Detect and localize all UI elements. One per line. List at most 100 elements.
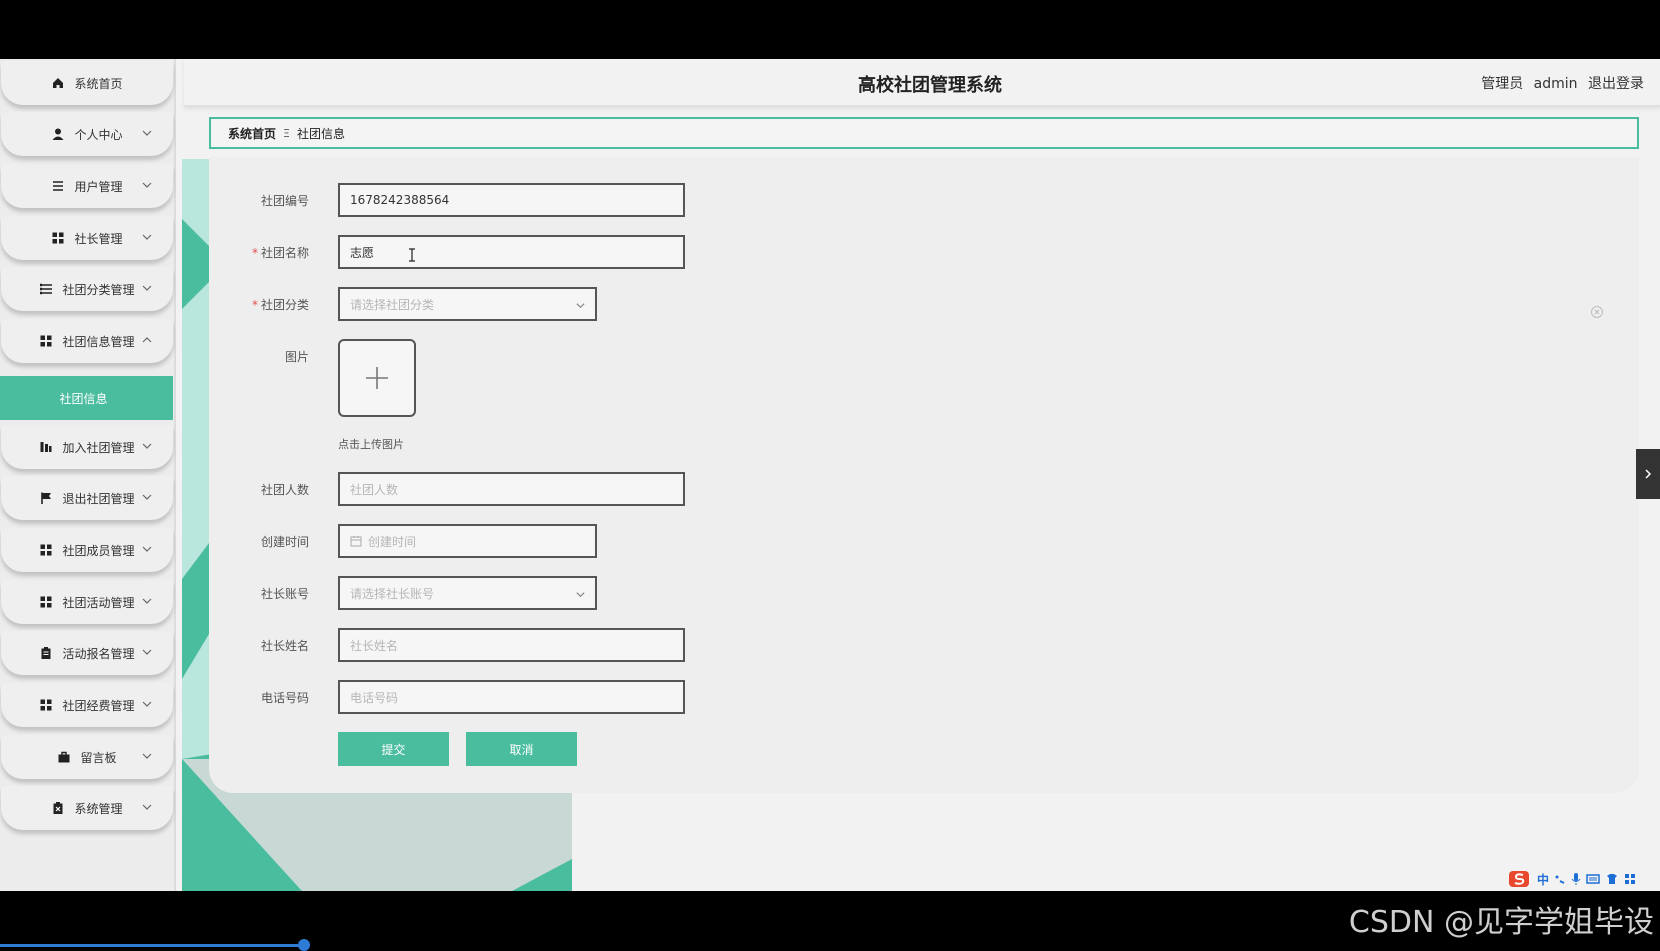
form-row-club-name: * 社团名称 志愿 [209, 235, 1109, 271]
club-category-label-text: 社团分类 [260, 298, 309, 312]
sidebar-item[interactable]: 社团经费管理 [1, 683, 173, 727]
microphone-icon [1571, 873, 1581, 885]
member-count-label: 社团人数 [260, 483, 309, 497]
form-row-club-no: 社团编号 1678242388564 [209, 183, 1109, 219]
club-category-placeholder: 请选择社团分类 [350, 297, 435, 312]
phone-input[interactable]: 电话号码 [338, 680, 685, 714]
close-icon[interactable] [1590, 305, 1604, 319]
sidebar-item-label: 活动报名管理 [62, 646, 135, 661]
president-account-label: 社长账号 [260, 587, 309, 601]
sidebar-item-label: 个人中心 [74, 127, 123, 142]
sidebar-item[interactable]: 系统管理 [1, 786, 173, 830]
chevron-down-icon [142, 234, 152, 240]
ime-toolbar[interactable]: 中 [1508, 869, 1636, 889]
chart-icon [39, 440, 53, 454]
sidebar-item[interactable]: 个人中心 [1, 112, 173, 156]
club-name-input[interactable]: 志愿 [338, 235, 685, 269]
phone-label: 电话号码 [260, 691, 309, 705]
required-mark: * [251, 298, 258, 312]
sidebar-item[interactable]: 用户管理 [1, 164, 173, 208]
member-count-placeholder: 社团人数 [350, 482, 399, 497]
user-name: admin [1533, 76, 1578, 92]
form-row-created-time: 创建时间 创建时间 [209, 524, 1109, 560]
club-name-label-text: 社团名称 [260, 246, 309, 260]
screen: 系统首页 个人中心 用户管理 社长管理 社团分类管理 社团信息管理 加入社团管理 退出社团管理… [0, 0, 1660, 951]
grid-icon [51, 231, 65, 245]
sidebar-item[interactable]: 社团成员管理 [1, 528, 173, 572]
menu-icon [39, 282, 53, 296]
sidebar-item[interactable]: 系统首页 [1, 61, 173, 105]
breadcrumb-separator: Ξ [283, 126, 290, 140]
image-upload-button[interactable] [338, 339, 416, 417]
sidebar-item[interactable]: 加入社团管理 [1, 425, 173, 469]
image-label: 图片 [284, 350, 309, 364]
sidebar-item[interactable]: 社团信息管理 [1, 319, 173, 363]
clipboard-x-icon [51, 801, 65, 815]
grid-icon [39, 543, 53, 557]
form-actions: 提交 取消 [209, 732, 1109, 768]
chevron-down-icon [142, 494, 152, 500]
club-name-value: 志愿 [350, 245, 375, 260]
ime-language: 中 [1537, 872, 1550, 887]
club-no-label: 社团编号 [260, 194, 309, 208]
plus-icon [366, 367, 388, 389]
sidebar-item[interactable]: 社团活动管理 [1, 580, 173, 624]
sidebar-item-label: 社长管理 [74, 231, 123, 246]
sidebar-item[interactable]: 留言板 [1, 735, 173, 779]
club-no-value: 1678242388564 [350, 193, 450, 207]
sidebar-item-label: 退出社团管理 [62, 491, 135, 506]
user-role: 管理员 [1481, 76, 1524, 92]
app-window: 系统首页 个人中心 用户管理 社长管理 社团分类管理 社团信息管理 加入社团管理 退出社团管理… [0, 59, 1660, 891]
breadcrumb-home[interactable]: 系统首页 [228, 125, 276, 142]
side-panel-toggle[interactable] [1636, 449, 1660, 499]
chevron-down-icon [576, 303, 585, 309]
text-cursor-icon [409, 248, 415, 262]
submit-button[interactable]: 提交 [338, 732, 449, 766]
flag-icon [39, 491, 53, 505]
president-account-placeholder: 请选择社长账号 [350, 586, 435, 601]
form-row-phone: 电话号码 电话号码 [209, 680, 1109, 716]
president-account-select[interactable]: 请选择社长账号 [338, 576, 597, 610]
created-time-picker[interactable]: 创建时间 [338, 524, 597, 558]
club-category-select[interactable]: 请选择社团分类 [338, 287, 597, 321]
member-count-input[interactable]: 社团人数 [338, 472, 685, 506]
clipboard-icon [39, 646, 53, 660]
chevron-up-icon [142, 337, 152, 343]
skin-icon [1607, 874, 1618, 884]
chevron-down-icon [142, 285, 152, 291]
toolbox-icon [1625, 874, 1636, 884]
list-icon [51, 179, 65, 193]
chevron-down-icon [142, 804, 152, 810]
sidebar-item[interactable]: 活动报名管理 [1, 631, 173, 675]
grid-icon [39, 698, 53, 712]
president-name-input[interactable]: 社长姓名 [338, 628, 685, 662]
president-name-placeholder: 社长姓名 [350, 638, 399, 653]
club-no-input[interactable]: 1678242388564 [338, 183, 685, 217]
form-row-member-count: 社团人数 社团人数 [209, 472, 1109, 508]
sidebar-item[interactable]: 社长管理 [1, 216, 173, 260]
sidebar-item-label: 用户管理 [74, 179, 123, 194]
grid-icon [39, 595, 53, 609]
club-name-label: * 社团名称 [209, 235, 309, 271]
cancel-button[interactable]: 取消 [466, 732, 577, 766]
sidebar-subitem-club-info[interactable]: 社团信息 [0, 376, 173, 420]
sidebar-item-label: 加入社团管理 [62, 440, 135, 455]
club-category-label: * 社团分类 [209, 287, 309, 323]
chevron-down-icon [142, 649, 152, 655]
chevron-down-icon [576, 592, 585, 598]
chevron-right-icon [1645, 469, 1652, 479]
header-user-area: 管理员 admin 退出登录 [1475, 73, 1644, 93]
punctuation-icon [1555, 875, 1565, 884]
video-progress-bar[interactable] [0, 944, 306, 947]
breadcrumb-current: 社团信息 [296, 126, 345, 141]
sidebar-item[interactable]: 退出社团管理 [1, 476, 173, 520]
phone-placeholder: 电话号码 [350, 690, 399, 705]
logout-link[interactable]: 退出登录 [1588, 76, 1644, 92]
form-row-image: 图片 点击上传图片 [209, 339, 1109, 459]
sidebar-item-label: 社团成员管理 [62, 543, 135, 558]
video-progress-knob[interactable] [298, 939, 310, 951]
form-card: 社团编号 1678242388564 * 社团名称 志愿 * 社团分类 请选择社团分… [209, 157, 1639, 793]
user-icon [51, 127, 65, 141]
grid-icon [39, 334, 53, 348]
sidebar-item[interactable]: 社团分类管理 [1, 267, 173, 311]
